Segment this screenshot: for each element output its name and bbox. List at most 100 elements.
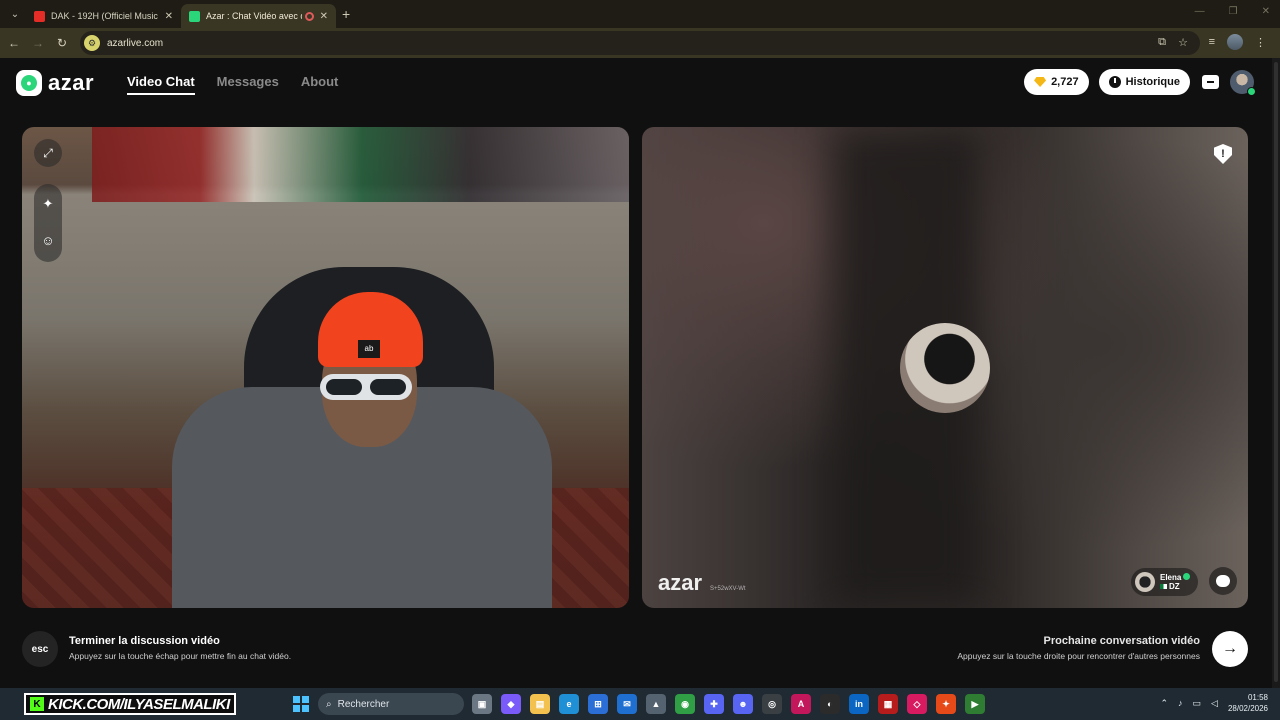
azar-page: ● azar Video Chat Messages About 2,727 H… — [0, 58, 1272, 688]
tab-title: DAK - 192H (Officiel Music Audio) — [51, 11, 159, 21]
tab-azar[interactable]: Azar : Chat Vidéo avec de nouveaux amis … — [181, 4, 336, 28]
nav-video-chat[interactable]: Video Chat — [127, 74, 195, 95]
reload-icon[interactable]: ↻ — [50, 36, 74, 50]
browser-toolbar: ← → ↻ ⚙ azarlive.com ⧉ ☆ ≡ ⋮ — [0, 28, 1280, 58]
news-app-icon[interactable]: ▦ — [878, 694, 898, 714]
chrome-icon[interactable]: ◉ — [675, 694, 695, 714]
algeria-flag-icon — [1160, 584, 1167, 589]
nav-messages[interactable]: Messages — [217, 74, 279, 95]
esc-button[interactable]: esc — [22, 631, 58, 667]
main-nav: Video Chat Messages About — [127, 74, 338, 95]
expand-icon[interactable]: ⤢ — [34, 139, 62, 167]
kick-overlay-text: KICK.COM/ILYASELMALIKI — [48, 695, 230, 713]
kick-logo-icon: K — [30, 697, 44, 711]
discord-icon[interactable]: ☻ — [733, 694, 753, 714]
profile-avatar-icon[interactable] — [1227, 34, 1243, 50]
azar-logo[interactable]: ● azar — [16, 70, 94, 96]
partner-info-card[interactable]: Elena DZ — [1131, 568, 1199, 596]
close-window-icon[interactable]: ✕ — [1262, 6, 1270, 17]
install-app-icon[interactable]: ⧉ — [1158, 36, 1166, 49]
video-tools: ✦ ☺ — [34, 184, 62, 262]
inbox-icon[interactable] — [1200, 72, 1220, 92]
verified-icon — [1183, 573, 1191, 580]
end-chat-title: Terminer la discussion vidéo — [69, 635, 220, 647]
azar-watermark: azar S+52wXV-Wt — [658, 570, 746, 596]
partner-name: Elena — [1160, 573, 1182, 582]
taskbar-search[interactable]: ⌕ Rechercher — [318, 693, 464, 715]
watermark-logo: azar — [658, 570, 703, 595]
online-status-icon — [1247, 87, 1256, 96]
end-chat-hint: Appuyez sur la touche échap pour mettre … — [69, 651, 292, 661]
sunglasses — [320, 374, 412, 400]
media-controls-icon[interactable]: ≡ — [1209, 36, 1215, 48]
microphone-icon[interactable]: ♪ — [1178, 698, 1183, 708]
affinity-icon[interactable]: A — [791, 694, 811, 714]
file-explorer-icon[interactable]: ▤ — [530, 694, 550, 714]
site-info-icon[interactable]: ⚙ — [84, 35, 100, 51]
search-icon: ⌕ — [326, 698, 332, 710]
photos-icon[interactable]: ▲ — [646, 694, 666, 714]
close-tab-icon[interactable]: ✕ — [320, 11, 328, 22]
next-chat-title: Prochaine conversation vidéo — [1043, 635, 1201, 647]
recording-indicator-icon — [304, 11, 314, 21]
tray-chevron-icon[interactable]: ⌃ — [1160, 698, 1168, 709]
speaker-icon[interactable]: ◁ — [1211, 698, 1218, 709]
date-text: 28/02/2026 — [1227, 704, 1268, 713]
partner-video: ! azar S+52wXV-Wt Elena DZ — [642, 127, 1248, 608]
new-tab-button[interactable]: + — [342, 6, 350, 22]
azar-favicon-icon — [189, 10, 200, 22]
bookmark-star-icon[interactable]: ☆ — [1178, 36, 1188, 49]
window-controls: — ❐ ✕ — [1195, 6, 1270, 17]
back-arrow-icon[interactable]: ← — [2, 36, 26, 50]
app-icon[interactable]: ◐ — [820, 694, 840, 714]
edge-icon[interactable]: e — [559, 694, 579, 714]
watermark-id: S+52wXV-Wt — [710, 586, 746, 592]
address-bar[interactable]: ⚙ azarlive.com ⧉ ☆ — [80, 31, 1200, 55]
network-icon[interactable]: ▭ — [1193, 698, 1202, 709]
restore-icon[interactable]: ❐ — [1229, 6, 1238, 17]
store-icon[interactable]: ⊞ — [588, 694, 608, 714]
tab-title: Azar : Chat Vidéo avec de nouveaux amis — [206, 11, 302, 21]
url-text: azarlive.com — [107, 37, 164, 49]
clock-icon — [1108, 76, 1121, 88]
user-avatar[interactable] — [1230, 70, 1256, 96]
logo-text: azar — [48, 70, 95, 95]
gems-count: 2,727 — [1051, 76, 1079, 88]
windows-start-icon[interactable] — [293, 696, 309, 712]
task-view-icon[interactable]: ▣ — [472, 694, 492, 714]
gems-button[interactable]: 2,727 — [1024, 69, 1089, 95]
page-scrollbar[interactable] — [1272, 58, 1280, 688]
minimize-icon[interactable]: — — [1195, 6, 1205, 17]
design-app-icon[interactable]: ◇ — [907, 694, 927, 714]
forward-arrow-icon[interactable]: → — [26, 36, 50, 50]
game-controller-icon[interactable]: ✚ — [704, 694, 724, 714]
browser-tab-strip: ⌄ DAK - 192H (Officiel Music Audio) ✕ Az… — [0, 0, 1280, 28]
history-button[interactable]: Historique — [1098, 69, 1190, 95]
partner-profile-picture — [900, 323, 990, 413]
youtube-favicon-icon — [34, 10, 45, 22]
mail-icon[interactable]: ✉ — [617, 694, 637, 714]
kick-overlay: K KICK.COM/ILYASELMALIKI — [24, 693, 236, 715]
time-text: 01:58 — [1247, 693, 1268, 702]
tab-youtube[interactable]: DAK - 192H (Officiel Music Audio) ✕ — [26, 4, 181, 28]
browser-menu-icon[interactable]: ⋮ — [1255, 36, 1266, 49]
linkedin-icon[interactable]: in — [849, 694, 869, 714]
notification-app-icon[interactable]: ✦ — [936, 694, 956, 714]
search-placeholder: Rechercher — [337, 698, 390, 710]
report-shield-icon[interactable]: ! — [1214, 144, 1232, 164]
media-player-icon[interactable]: ▶ — [965, 694, 985, 714]
magic-wand-icon[interactable]: ✦ — [34, 190, 62, 218]
partner-country: DZ — [1169, 582, 1180, 591]
face-filter-icon[interactable]: ☺ — [34, 226, 62, 254]
next-chat-hint: Appuyez sur la touche droite pour rencon… — [957, 651, 1200, 661]
obs-icon[interactable]: ◎ — [762, 694, 782, 714]
tab-search-chevron-icon[interactable]: ⌄ — [4, 4, 26, 24]
close-tab-icon[interactable]: ✕ — [165, 11, 173, 22]
copilot-icon[interactable]: ◆ — [501, 694, 521, 714]
clock[interactable]: 01:58 28/02/2026 — [1228, 692, 1268, 714]
chat-bubble-icon[interactable] — [1209, 567, 1237, 595]
self-video: ab — [22, 127, 629, 608]
windows-taskbar: K KICK.COM/ILYASELMALIKI ⌕ Rechercher ▣ … — [0, 688, 1280, 720]
next-arrow-button[interactable]: → — [1212, 631, 1248, 667]
nav-about[interactable]: About — [301, 74, 339, 95]
